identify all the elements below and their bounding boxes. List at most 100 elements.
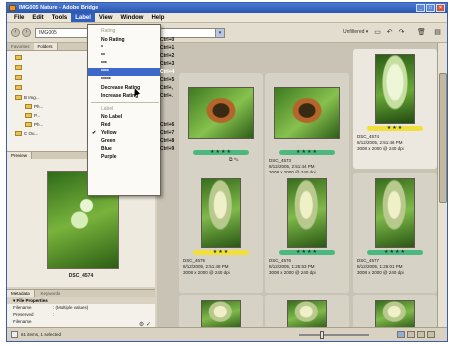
- tree-item[interactable]: B Img...: [15, 95, 40, 103]
- compact-mode-icon[interactable]: ▤: [433, 28, 442, 37]
- thumb-dims: 3008 x 2000 @ 240 dpi: [183, 270, 230, 275]
- tree-item[interactable]: Ph...: [25, 104, 43, 112]
- tab-folders[interactable]: Folders: [33, 43, 58, 50]
- thumbnail-card-selected[interactable]: ★★★ DSC_4574 8/12/2005, 2:51:46 PM 3008 …: [353, 49, 437, 169]
- thumbnail-card[interactable]: [353, 295, 437, 330]
- window-title: IMG005 Nature - Adobe Bridge: [19, 5, 99, 11]
- thumbnail-card[interactable]: [179, 295, 263, 330]
- rating-stars[interactable]: ★★★★: [279, 150, 335, 155]
- folder-icon: [25, 104, 32, 109]
- file-properties-header[interactable]: ▾ File Properties: [7, 297, 155, 304]
- thumbnail-view-button[interactable]: [397, 331, 405, 338]
- menu-item-green[interactable]: Green Ctrl+8: [88, 137, 174, 145]
- menu-help[interactable]: Help: [147, 13, 168, 22]
- status-text: 61 items, 1 selected: [21, 332, 62, 337]
- menu-item-5-stars[interactable]: ***** Ctrl+5: [88, 76, 174, 84]
- menu-label[interactable]: Label: [71, 13, 95, 22]
- tree-item[interactable]: [15, 65, 24, 73]
- tree-label: B Img...: [24, 95, 40, 100]
- metadata-panel: ▾ File Properties Filename: (Multiple va…: [7, 297, 155, 329]
- slider-knob[interactable]: [320, 331, 325, 339]
- menu-item-label: *: [101, 45, 103, 51]
- tab-favorites[interactable]: Favorites: [7, 43, 34, 50]
- menu-item-decrease-rating[interactable]: Decrease Rating Ctrl+,: [88, 84, 173, 92]
- menu-item-no-rating[interactable]: No Rating Ctrl+0: [88, 36, 174, 44]
- menu-item-3-stars[interactable]: *** Ctrl+3: [88, 60, 174, 68]
- tree-item[interactable]: P...: [25, 113, 40, 121]
- menu-item-label: **: [101, 53, 105, 59]
- rating-stars[interactable]: ★★★★: [279, 250, 335, 255]
- chevron-down-icon[interactable]: ▾: [215, 29, 224, 37]
- menu-item-2-stars[interactable]: ** Ctrl+2: [88, 52, 174, 60]
- menu-item-increase-rating[interactable]: Increase Rating Ctrl+.: [88, 92, 173, 100]
- app-icon: [9, 5, 16, 11]
- thumb-filename: DSC_4574: [357, 134, 380, 139]
- menu-shortcut: Ctrl+,: [160, 85, 173, 91]
- tree-item[interactable]: [15, 75, 24, 83]
- thumbnail-card[interactable]: ★★★ DSC_4575 8/12/2005, 2:51:48 PM 3008 …: [179, 173, 263, 293]
- new-folder-icon[interactable]: ▭: [373, 28, 382, 37]
- rotate-right-icon[interactable]: ↷: [397, 28, 406, 37]
- menu-file[interactable]: File: [10, 13, 28, 22]
- thumbnail-card[interactable]: [265, 295, 349, 330]
- rating-stars[interactable]: ★★★: [367, 126, 423, 131]
- menu-view[interactable]: View: [95, 13, 117, 22]
- folder-icon: [25, 122, 32, 127]
- filmstrip-view-button[interactable]: [407, 331, 415, 338]
- thumbnail-image: [201, 178, 241, 248]
- bridge-window: IMG005 Nature - Adobe Bridge _ □ × File …: [6, 2, 448, 342]
- versions-view-button[interactable]: [427, 331, 435, 338]
- menu-item-no-label[interactable]: No Label: [88, 113, 160, 121]
- menu-item-label: Red: [101, 122, 111, 128]
- scrollbar-thumb[interactable]: [439, 73, 447, 203]
- thumbnail-image: [287, 178, 327, 248]
- tree-item[interactable]: [15, 55, 24, 63]
- menu-window[interactable]: Window: [117, 13, 148, 22]
- vertical-scrollbar[interactable]: [437, 43, 447, 329]
- folder-icon: [15, 95, 22, 100]
- path-text: IMG005: [39, 30, 57, 36]
- meta-row: Preserved Filename:: [7, 311, 155, 324]
- thumbnail-image: [287, 300, 327, 330]
- menu-item-blue[interactable]: Blue Ctrl+9: [88, 145, 174, 153]
- rotate-left-icon[interactable]: ↶: [385, 28, 394, 37]
- thumbnail-image: [375, 300, 415, 330]
- tree-item[interactable]: C Ou...: [15, 131, 38, 139]
- details-view-button[interactable]: [417, 331, 425, 338]
- thumb-filename: DSC_4573: [269, 158, 292, 163]
- meta-value: :: [53, 312, 55, 317]
- menu-edit[interactable]: Edit: [28, 13, 47, 22]
- status-bar: 61 items, 1 selected: [7, 327, 447, 341]
- menu-tools[interactable]: Tools: [48, 13, 72, 22]
- filter-dropdown[interactable]: Unfiltered ▾: [343, 29, 368, 35]
- tree-item[interactable]: Ph...: [25, 122, 43, 130]
- back-icon[interactable]: ‹: [11, 28, 20, 37]
- menu-item-label: Blue: [101, 146, 112, 152]
- trash-icon[interactable]: 🗑: [417, 28, 426, 37]
- menu-item-1-star[interactable]: * Ctrl+1: [88, 44, 174, 52]
- menu-item-label: Increase Rating: [101, 93, 139, 99]
- badge-icons: ⧉ ✎: [229, 157, 239, 163]
- maximize-button[interactable]: □: [426, 4, 435, 12]
- folder-icon: [15, 85, 22, 90]
- tree-item[interactable]: [15, 85, 24, 93]
- menu-item-purple[interactable]: Purple: [88, 153, 160, 161]
- forward-icon[interactable]: ›: [22, 28, 31, 37]
- menu-item-red[interactable]: Red Ctrl+6: [88, 121, 174, 129]
- thumb-date: 8/12/2005, 1:25:53 PM: [269, 264, 315, 269]
- minimize-button[interactable]: _: [416, 4, 425, 12]
- menu-item-label: ****: [101, 69, 109, 75]
- rating-stars[interactable]: ★★★: [193, 250, 249, 255]
- thumbnail-card[interactable]: ★★★★ DSC_4576 8/12/2005, 1:25:53 PM 3008…: [265, 173, 349, 293]
- folder-icon: [15, 55, 22, 60]
- checkmark-icon: ✔: [92, 130, 97, 136]
- menu-item-yellow[interactable]: ✔ Yellow Ctrl+7: [88, 129, 174, 137]
- rating-stars[interactable]: ★★★★: [193, 150, 249, 155]
- panel-toggle-icon[interactable]: [11, 331, 18, 338]
- thumbnail-card[interactable]: ★★★★ DSC_4577 8/12/2005, 1:26:01 PM 3008…: [353, 173, 437, 293]
- close-button[interactable]: ×: [436, 4, 445, 12]
- thumbnail-size-slider[interactable]: [299, 331, 369, 339]
- menu-item-4-stars[interactable]: **** Ctrl+4: [88, 68, 174, 76]
- rating-stars[interactable]: ★★★★: [367, 250, 423, 255]
- meta-row: Filename: (Multiple values): [7, 304, 155, 311]
